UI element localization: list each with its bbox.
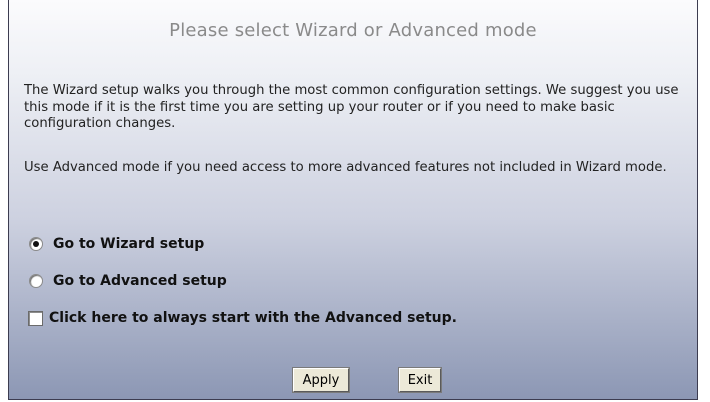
- wizard-setup-radio[interactable]: [29, 237, 43, 251]
- advanced-description: Use Advanced mode if you need access to …: [24, 160, 667, 175]
- exit-button[interactable]: Exit: [398, 367, 442, 393]
- advanced-setup-option[interactable]: Go to Advanced setup: [29, 273, 227, 289]
- always-advanced-checkbox[interactable]: [28, 310, 43, 326]
- advanced-setup-radio[interactable]: [29, 274, 43, 288]
- wizard-description: The Wizard setup walks you through the m…: [24, 83, 679, 131]
- mode-select-panel: Please select Wizard or Advanced mode Th…: [8, 0, 698, 400]
- advanced-setup-label: Go to Advanced setup: [53, 273, 227, 289]
- wizard-setup-option[interactable]: Go to Wizard setup: [29, 236, 204, 252]
- page-title: Please select Wizard or Advanced mode: [169, 20, 537, 41]
- apply-button[interactable]: Apply: [292, 367, 350, 393]
- wizard-setup-label: Go to Wizard setup: [53, 236, 205, 252]
- always-advanced-label: Click here to always start with the Adva…: [49, 310, 457, 326]
- always-advanced-option[interactable]: Click here to always start with the Adva…: [28, 310, 457, 326]
